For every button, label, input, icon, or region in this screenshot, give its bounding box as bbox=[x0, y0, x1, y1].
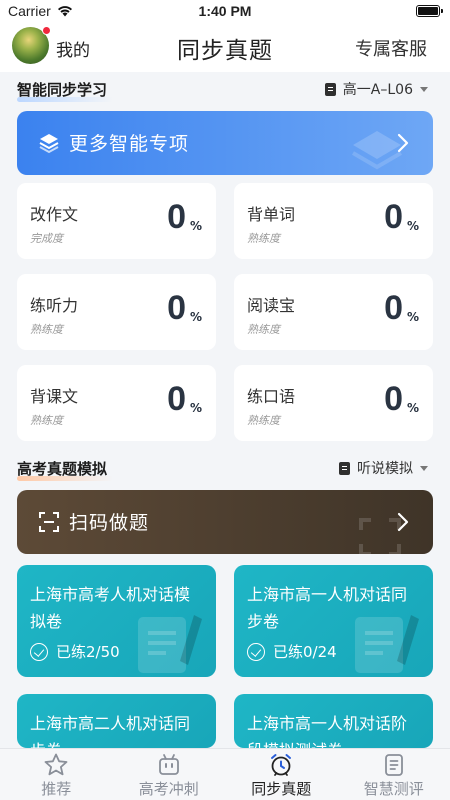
paper-title: 上海市高考人机对话模拟卷 bbox=[30, 585, 191, 631]
paper-card[interactable]: 上海市高二人机对话同步卷 bbox=[17, 694, 216, 748]
stat-card-sub: 熟练度 bbox=[30, 414, 63, 427]
check-circle-icon bbox=[247, 642, 265, 661]
stat-card-sub: 熟练度 bbox=[247, 323, 280, 336]
stat-card-unit: % bbox=[189, 401, 202, 415]
paper-progress: 已练0/24 bbox=[247, 641, 337, 662]
stat-card-name: 阅读宝 bbox=[247, 296, 296, 315]
stat-card-sub: 完成度 bbox=[30, 232, 63, 245]
stat-card-listening[interactable]: 练听力 熟练度 0 % bbox=[17, 274, 216, 350]
paper-card[interactable]: 上海市高一人机对话阶段模拟测试卷 bbox=[234, 694, 433, 748]
paper-card[interactable]: 上海市高考人机对话模拟卷 已练2/50 bbox=[17, 565, 216, 677]
tab-sync-exam[interactable]: 同步真题 bbox=[225, 749, 338, 800]
stat-card-value: 0 bbox=[167, 289, 186, 327]
stat-card-name: 背课文 bbox=[30, 387, 79, 406]
grade-selector-label: 高一A–L06 bbox=[342, 82, 413, 98]
stat-card-value: 0 bbox=[384, 380, 403, 418]
section-title-exam-text: 高考真题模拟 bbox=[17, 460, 108, 478]
tab-exam-sprint[interactable]: 高考冲刺 bbox=[113, 749, 226, 800]
status-time: 1:40 PM bbox=[198, 3, 252, 19]
scan-icon bbox=[39, 512, 59, 532]
document-icon bbox=[324, 82, 336, 96]
paper-progress: 已练2/50 bbox=[30, 641, 120, 662]
customer-service-button[interactable]: 专属客服 bbox=[355, 35, 427, 61]
exam-type-selector-label: 听说模拟 bbox=[357, 461, 413, 477]
stat-card-name: 练口语 bbox=[247, 387, 296, 406]
tab-recommend[interactable]: 推荐 bbox=[0, 749, 113, 800]
check-circle-icon bbox=[30, 642, 48, 661]
chevron-right-icon bbox=[397, 512, 409, 532]
more-smart-topics-banner[interactable]: 更多智能专项 bbox=[17, 111, 433, 175]
paper-title: 上海市高二人机对话同步卷 bbox=[30, 714, 191, 748]
nav-bar: 我的 同步真题 专属客服 bbox=[0, 22, 450, 72]
stat-card-unit: % bbox=[406, 219, 419, 233]
section-title-sync-text: 智能同步学习 bbox=[17, 81, 108, 99]
stat-card-recitation[interactable]: 背课文 熟练度 0 % bbox=[17, 365, 216, 441]
chevron-down-icon bbox=[420, 86, 428, 92]
tab-label: 高考冲刺 bbox=[138, 780, 199, 798]
stat-card-name: 改作文 bbox=[30, 205, 79, 224]
stat-card-speaking[interactable]: 练口语 熟练度 0 % bbox=[234, 365, 433, 441]
stat-card-value: 0 bbox=[167, 380, 186, 418]
paper-title: 上海市高一人机对话阶段模拟测试卷 bbox=[247, 714, 408, 748]
banner-label: 扫码做题 bbox=[69, 512, 150, 534]
tab-bar: 推荐 高考冲刺 同步真题 智慧测评 bbox=[0, 748, 450, 800]
stat-card-vocabulary[interactable]: 背单词 熟练度 0 % bbox=[234, 183, 433, 259]
document-icon bbox=[339, 461, 350, 475]
section-title-sync: 智能同步学习 bbox=[17, 79, 113, 102]
chevron-down-icon bbox=[420, 465, 428, 471]
tab-label: 智慧测评 bbox=[363, 780, 424, 798]
stat-card-unit: % bbox=[406, 310, 419, 324]
stat-card-sub: 熟练度 bbox=[30, 323, 63, 336]
stat-card-sub: 熟练度 bbox=[247, 414, 280, 427]
stat-card-essay[interactable]: 改作文 完成度 0 % bbox=[17, 183, 216, 259]
exam-type-selector[interactable]: 听说模拟 bbox=[339, 458, 428, 478]
section-title-exam: 高考真题模拟 bbox=[17, 458, 113, 481]
stat-card-unit: % bbox=[189, 219, 202, 233]
tab-label: 同步真题 bbox=[251, 780, 312, 798]
stat-card-value: 0 bbox=[167, 198, 186, 236]
status-bar: Carrier 1:40 PM bbox=[0, 0, 450, 22]
paper-progress-text: 已练2/50 bbox=[56, 643, 120, 661]
chevron-right-icon bbox=[397, 133, 409, 153]
stat-card-value: 0 bbox=[384, 289, 403, 327]
stat-card-unit: % bbox=[406, 401, 419, 415]
layers-icon bbox=[39, 134, 59, 154]
banner-label: 更多智能专项 bbox=[69, 133, 190, 155]
stat-card-unit: % bbox=[189, 310, 202, 324]
paper-progress-text: 已练0/24 bbox=[273, 643, 337, 661]
alarm-clock-icon bbox=[271, 754, 292, 776]
stat-card-name: 练听力 bbox=[30, 296, 79, 315]
stat-card-name: 背单词 bbox=[247, 205, 296, 224]
robot-icon bbox=[158, 754, 179, 775]
clipboard-icon bbox=[384, 754, 403, 776]
star-icon bbox=[44, 753, 68, 776]
scan-to-practice-banner[interactable]: 扫码做题 bbox=[17, 490, 433, 554]
tab-smart-assessment[interactable]: 智慧测评 bbox=[338, 749, 450, 800]
paper-card[interactable]: 上海市高一人机对话同步卷 已练0/24 bbox=[234, 565, 433, 677]
stat-card-value: 0 bbox=[384, 198, 403, 236]
stat-card-sub: 熟练度 bbox=[247, 232, 280, 245]
grade-selector[interactable]: 高一A–L06 bbox=[324, 79, 428, 99]
paper-title: 上海市高一人机对话同步卷 bbox=[247, 585, 408, 631]
battery-icon bbox=[416, 5, 443, 17]
stat-card-reading[interactable]: 阅读宝 熟练度 0 % bbox=[234, 274, 433, 350]
tab-label: 推荐 bbox=[41, 780, 72, 798]
